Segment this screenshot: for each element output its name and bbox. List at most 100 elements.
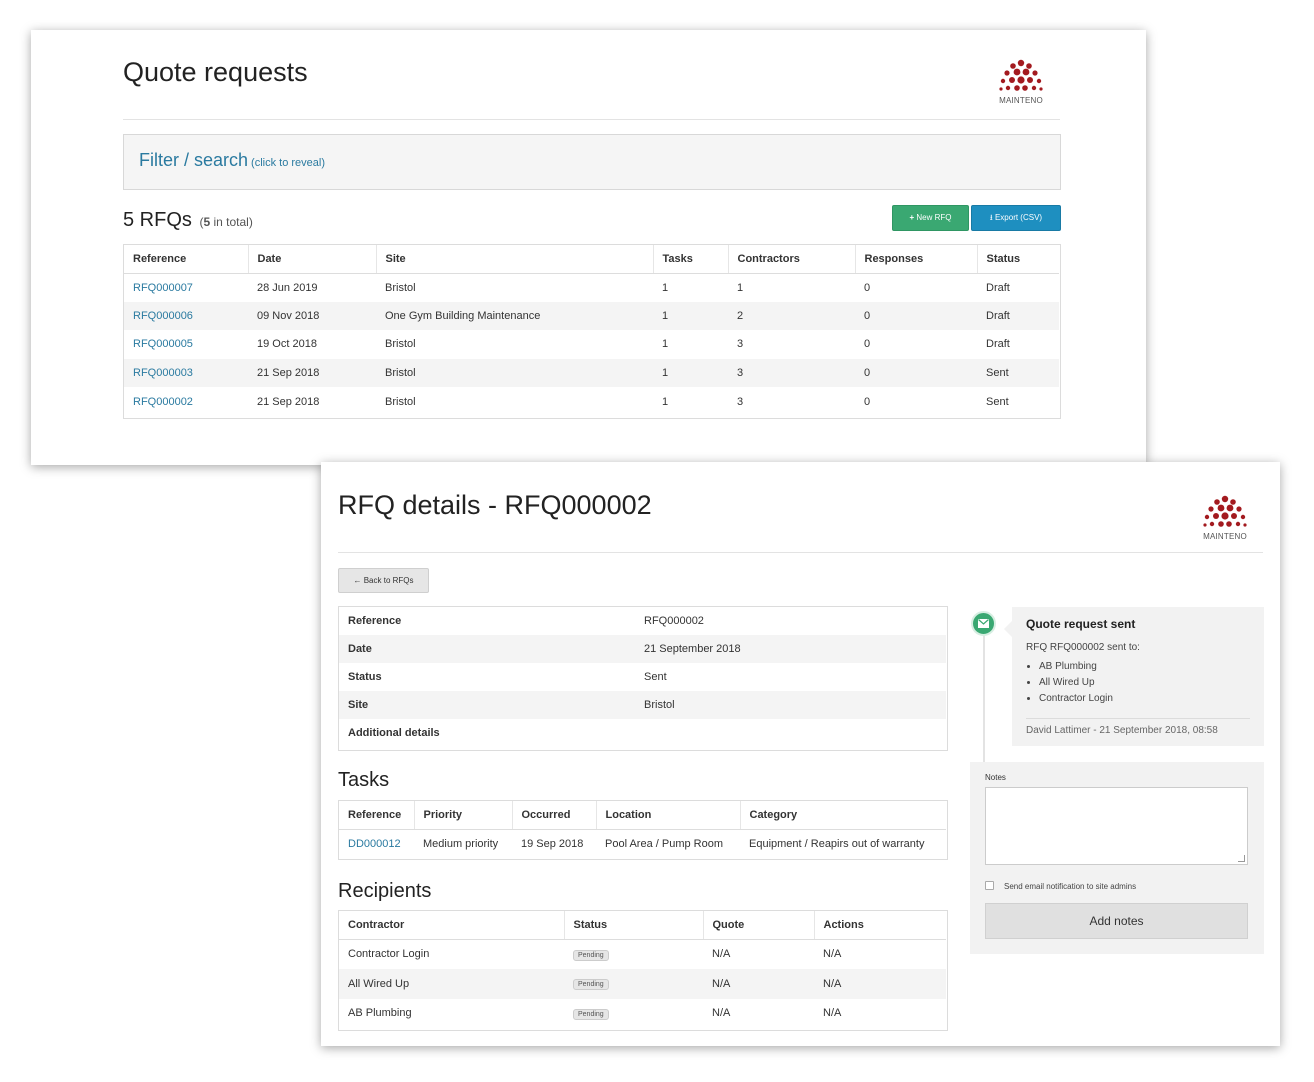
rfq-reference-link[interactable]: RFQ000007 xyxy=(133,282,193,294)
table-cell: N/A xyxy=(823,948,842,961)
rfq-reference-link[interactable]: RFQ000005 xyxy=(133,338,193,350)
rfq-reference[interactable]: RFQ000006 xyxy=(124,301,248,331)
list-item: All Wired Up xyxy=(1039,675,1113,691)
logo-mark-icon xyxy=(1203,495,1247,527)
divider xyxy=(338,552,1263,553)
rfq-reference-link[interactable]: RFQ000002 xyxy=(133,396,193,408)
detail-label: Date xyxy=(339,635,635,663)
column-header: Site xyxy=(375,245,653,274)
table-cell: Sent xyxy=(986,395,1009,408)
table-row: RFQ000003 21 Sep 2018 Bristol 1 3 0 Sent xyxy=(124,358,1059,388)
rfq-table: Reference Date Site Tasks Contractors Respons… xyxy=(124,245,1059,416)
column-header: Contractor xyxy=(339,911,564,940)
rfq-reference-link[interactable]: RFQ000006 xyxy=(133,310,193,322)
detail-row: Date 21 September 2018 xyxy=(339,635,946,663)
recipients-table: Contractor Status Quote Actions Contractor … xyxy=(339,911,946,1028)
detail-row: Status Sent xyxy=(339,663,946,691)
detail-label: Status xyxy=(348,671,382,683)
table-cell: 21 Sep 2018 xyxy=(248,358,376,388)
task-reference[interactable]: DD000012 xyxy=(339,829,414,858)
table-cell: 09 Nov 2018 xyxy=(248,301,376,331)
table-cell: Draft xyxy=(986,338,1010,351)
table-cell: 1 xyxy=(662,338,669,351)
filter-title[interactable]: Filter / search xyxy=(139,150,248,170)
filter-toggle[interactable]: Filter / search (click to reveal) xyxy=(139,150,325,171)
table-cell: 1 xyxy=(662,281,669,294)
logo-mark-icon xyxy=(999,59,1043,91)
table-cell: All Wired Up xyxy=(339,968,564,999)
export-csv-button[interactable]: ⭳ Export (CSV) xyxy=(971,205,1061,231)
email-notification-label[interactable]: Send email notification to site admins xyxy=(1004,882,1136,891)
list-item: Contractor Login xyxy=(1039,691,1113,707)
detail-row: Additional details xyxy=(339,719,946,747)
column-header: Date xyxy=(247,245,376,274)
column-header: Reference xyxy=(124,245,248,274)
rfq-details-panel: RFQ details - RFQ000002 MAINTENO ← Back … xyxy=(321,462,1280,1046)
table-row: RFQ000007 28 Jun 2019 Bristol 1 1 0 Draft xyxy=(124,273,1059,302)
table-row: All Wired Up Pending N/A N/A xyxy=(339,968,946,999)
plus-icon: + xyxy=(909,213,915,222)
quote-requests-panel: Quote requests MAINTENO Filter / search(… xyxy=(31,30,1146,465)
task-reference-link[interactable]: DD000012 xyxy=(348,838,401,850)
email-notification-checkbox[interactable] xyxy=(985,881,994,890)
column-header: Contractors xyxy=(727,245,855,274)
table-cell: Sent xyxy=(977,358,1059,388)
status-cell: Pending xyxy=(564,939,703,969)
download-icon: ⭳ xyxy=(989,213,993,222)
rfq-reference-link[interactable]: RFQ000003 xyxy=(133,367,193,379)
table-cell: Pool Area / Pump Room xyxy=(605,837,724,850)
column-header: Quote xyxy=(702,911,814,940)
rfq-reference[interactable]: RFQ000005 xyxy=(124,330,248,359)
rfq-reference[interactable]: RFQ000007 xyxy=(124,273,248,302)
status-badge: Pending xyxy=(573,1008,609,1020)
filter-panel[interactable]: Filter / search (click to reveal) xyxy=(123,134,1061,190)
rfq-count: 5 RFQs (5 in total) xyxy=(123,209,253,232)
filter-hint[interactable]: (click to reveal) xyxy=(251,157,325,169)
detail-label: Site xyxy=(339,691,635,719)
details-table: Reference RFQ000002 Date 21 September 2018 S… xyxy=(339,607,946,747)
table-cell: 3 xyxy=(737,395,744,408)
add-notes-button[interactable]: Add notes xyxy=(985,903,1248,939)
export-label: Export (CSV) xyxy=(994,213,1043,222)
logo-text: MAINTENO xyxy=(999,96,1043,105)
notes-form: Notes Send email notification to site ad… xyxy=(970,762,1264,954)
column-header: Priority xyxy=(413,801,512,830)
table-row: Contractor Login Pending N/A N/A xyxy=(339,939,946,969)
table-cell: Bristol xyxy=(385,281,416,294)
detail-value xyxy=(635,719,946,747)
page-title: Quote requests xyxy=(123,57,308,87)
table-cell: 0 xyxy=(864,395,871,408)
timeline-marker xyxy=(971,611,996,636)
timeline-event: Quote request sent RFQ RFQ000002 sent to… xyxy=(1004,607,1264,746)
table-cell: Equipment / Reapirs out of warranty xyxy=(749,837,925,850)
envelope-icon xyxy=(978,619,989,628)
notes-textarea[interactable] xyxy=(985,787,1248,865)
status-badge: Pending xyxy=(573,979,609,991)
mainteno-logo: MAINTENO xyxy=(1197,494,1253,544)
notes-label: Notes xyxy=(985,773,1006,782)
detail-value: 21 September 2018 xyxy=(635,635,946,663)
table-row: AB Plumbing Pending N/A N/A xyxy=(339,999,946,1029)
rfq-reference[interactable]: RFQ000003 xyxy=(124,358,248,388)
resize-handle-icon[interactable] xyxy=(1238,855,1245,862)
table-cell: Contractor Login xyxy=(348,948,430,961)
table-cell: Bristol xyxy=(385,395,416,408)
event-author-time: David Lattimer - 21 September 2018, 08:5… xyxy=(1026,725,1218,736)
detail-row: Site Bristol xyxy=(339,691,946,719)
new-rfq-button[interactable]: + New RFQ xyxy=(892,205,969,231)
column-header: Status xyxy=(976,245,1059,274)
table-cell: 1 xyxy=(653,301,728,331)
detail-label: Reference xyxy=(348,615,402,627)
table-cell: Bristol xyxy=(376,358,653,388)
rfq-reference[interactable]: RFQ000002 xyxy=(124,387,248,416)
column-header: Responses xyxy=(854,245,977,274)
tasks-table: Reference Priority Occurred Location Categor… xyxy=(339,801,946,858)
event-heading: Quote request sent xyxy=(1026,617,1136,631)
back-to-rfqs-button[interactable]: ← Back to RFQs xyxy=(338,568,429,593)
table-cell: One Gym Building Maintenance xyxy=(376,301,653,331)
table-cell: 21 Sep 2018 xyxy=(257,395,320,408)
column-header: Tasks xyxy=(652,245,728,274)
table-row: RFQ000005 19 Oct 2018 Bristol 1 3 0 Draft xyxy=(124,330,1059,359)
rfq-total: (5 in total) xyxy=(199,215,253,229)
timeline-line xyxy=(983,632,985,764)
